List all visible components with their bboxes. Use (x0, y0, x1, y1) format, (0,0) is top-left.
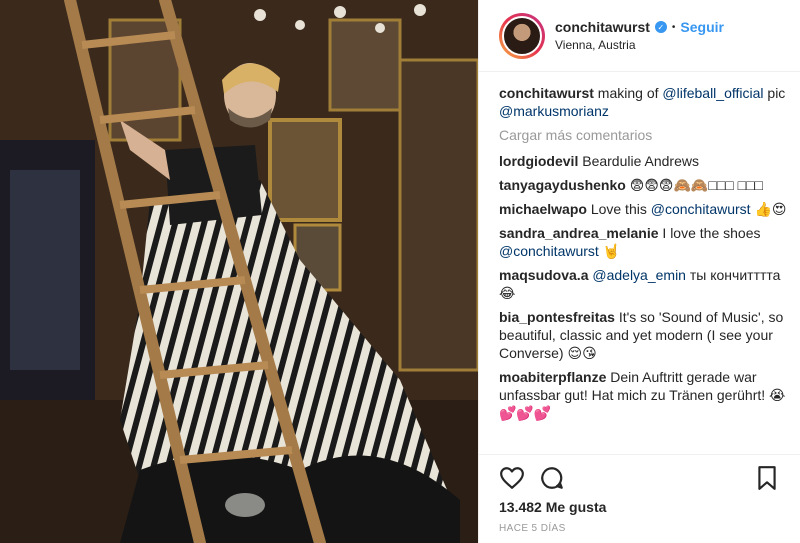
comment-text: 😨😨😨🙈🙈□□□ □□□ (629, 177, 763, 193)
comment-item: bia_pontesfreitas It's so 'Sound of Musi… (499, 308, 788, 362)
comment-user[interactable]: tanyagaydushenko (499, 177, 626, 193)
comment-user[interactable]: moabiterpflanze (499, 369, 606, 385)
comment-item: moabiterpflanze Dein Auftritt gerade war… (499, 368, 788, 422)
comment-user[interactable]: michaelwapo (499, 201, 587, 217)
comment-text: I love the shoes (662, 225, 761, 241)
comment-item: sandra_andrea_melanie I love the shoes @… (499, 224, 788, 260)
comment-text-end: 👍😍 (754, 201, 787, 217)
follow-button[interactable]: Seguir (680, 19, 724, 35)
caption-text-1: making of (597, 85, 659, 101)
avatar[interactable] (499, 12, 545, 59)
comment-item: tanyagaydushenko 😨😨😨🙈🙈□□□ □□□ (499, 176, 788, 194)
comment-item: michaelwapo Love this @conchitawurst 👍😍 (499, 200, 788, 218)
verified-badge-icon: ✓ (654, 21, 667, 33)
comment-user[interactable]: bia_pontesfreitas (499, 309, 615, 325)
bookmark-icon[interactable] (754, 465, 780, 491)
post-header: conchitawurst ✓ • Seguir Vienna, Austria (479, 0, 800, 72)
header-text: conchitawurst ✓ • Seguir Vienna, Austria (555, 19, 724, 52)
comment-icon[interactable] (539, 465, 565, 491)
post-photo[interactable] (0, 0, 478, 543)
post-timestamp[interactable]: HACE 5 DÍAS (499, 523, 780, 534)
comment-user[interactable]: lordgiodevil (499, 153, 578, 169)
comment-user[interactable]: sandra_andrea_melanie (499, 225, 659, 241)
post-photo-illustration (0, 0, 478, 543)
avatar-image (502, 15, 542, 56)
post-side-panel: conchitawurst ✓ • Seguir Vienna, Austria… (478, 0, 800, 543)
comment-mention[interactable]: @adelya_emin (592, 267, 686, 283)
comment-item: lordgiodevil Beardulie Andrews (499, 152, 788, 170)
instagram-post: conchitawurst ✓ • Seguir Vienna, Austria… (0, 0, 800, 543)
caption-text-2: pic (767, 85, 786, 101)
comments-list[interactable]: conchitawurst making of @lifeball_offici… (499, 84, 788, 452)
caption-mention-1[interactable]: @lifeball_official (662, 85, 763, 101)
heart-icon[interactable] (499, 465, 525, 491)
location-link[interactable]: Vienna, Austria (555, 38, 724, 52)
comment-user[interactable]: maqsudova.a (499, 267, 588, 283)
caption: conchitawurst making of @lifeball_offici… (499, 84, 788, 120)
separator-dot: • (671, 21, 676, 33)
likes-count[interactable]: 13.482 Me gusta (499, 499, 780, 515)
post-actions: 13.482 Me gusta HACE 5 DÍAS (479, 454, 800, 534)
username-link[interactable]: conchitawurst (555, 19, 650, 35)
comment-text: Beardulie Andrews (582, 153, 699, 169)
comment-text-end: 🤘 (602, 243, 621, 259)
comment-item: maqsudova.a @adelya_emin ты кончитттта😂 (499, 266, 788, 302)
comment-mention[interactable]: @conchitawurst (499, 243, 599, 259)
comment-mention[interactable]: @conchitawurst (651, 201, 751, 217)
caption-user[interactable]: conchitawurst (499, 85, 594, 101)
load-more-comments-button[interactable]: Cargar más comentarios (499, 126, 788, 144)
comment-text: Love this (590, 201, 647, 217)
header-user-row: conchitawurst ✓ • Seguir (555, 19, 724, 35)
caption-mention-2[interactable]: @markusmorianz (499, 103, 609, 119)
action-icon-row (499, 461, 780, 495)
